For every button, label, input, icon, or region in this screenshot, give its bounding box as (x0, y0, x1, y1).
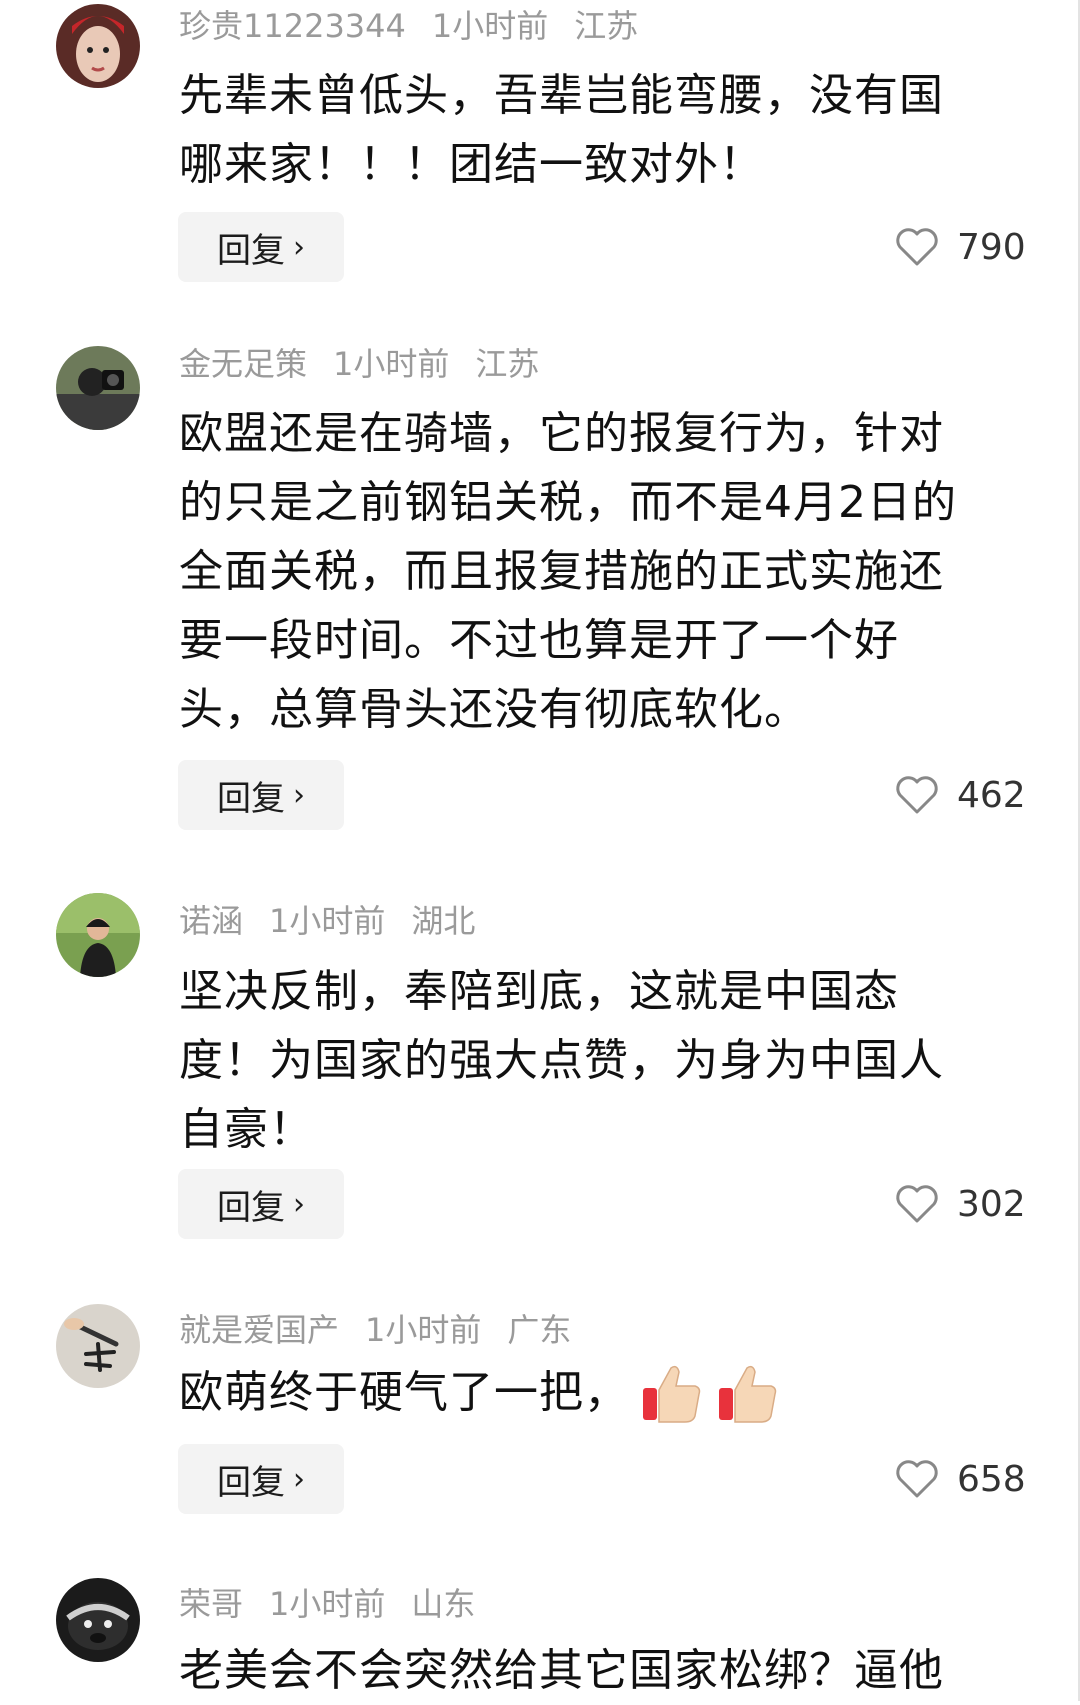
location: 江苏 (475, 345, 540, 383)
comment-line: 自豪！ (179, 1104, 314, 1155)
like-count: 302 (957, 1183, 1026, 1225)
avatar[interactable] (56, 346, 140, 430)
comment-line: 坚决反制，奉陪到底，这就是中国态 (179, 966, 899, 1017)
thumbs-up-emoji (719, 1365, 777, 1423)
reply-button[interactable]: 回复 › (178, 1444, 344, 1514)
comment-text: 坚决反制，奉陪到底，这就是中国态 度！为国家的强大点赞，为身为中国人 自豪！ (179, 957, 1009, 1164)
comment-meta: 珍贵11223344 1小时前 江苏 (179, 6, 664, 46)
thumbs-up-emoji (643, 1365, 701, 1423)
reply-label: 回复 (217, 230, 285, 271)
username[interactable]: 珍贵11223344 (179, 7, 406, 45)
comment-line: 欧萌终于硬气了一把， (179, 1358, 1009, 1427)
like-count: 658 (957, 1458, 1026, 1500)
like-button[interactable]: 462 (895, 760, 1026, 830)
username[interactable]: 金无足策 (179, 345, 307, 383)
avatar[interactable] (56, 893, 140, 977)
comment-line: 老美会不会突然给其它国家松绑？逼他 (179, 1645, 944, 1696)
comment-line: 的只是之前钢铝关税，而不是4月2日的 (179, 477, 957, 528)
avatar[interactable] (56, 1304, 140, 1388)
comment-meta: 金无足策 1小时前 江苏 (179, 344, 565, 384)
comment-line: 欧盟还是在骑墙，它的报复行为，针对 (179, 408, 944, 459)
reply-button[interactable]: 回复 › (178, 760, 344, 830)
username[interactable]: 诺涵 (179, 902, 243, 940)
like-count: 790 (957, 226, 1026, 268)
comment-line: 要一段时间。不过也算是开了一个好 (179, 615, 899, 666)
comment-meta: 就是爱国产 1小时前 广东 (179, 1310, 597, 1350)
comment-meta: 荣哥 1小时前 山东 (179, 1584, 501, 1624)
heart-outline-icon (896, 776, 938, 814)
chevron-right-icon: › (293, 1186, 305, 1222)
location: 湖北 (411, 902, 476, 940)
reply-button[interactable]: 回复 › (178, 1169, 344, 1239)
chevron-right-icon: › (293, 777, 305, 813)
comment-text: 先辈未曾低头，吾辈岂能弯腰，没有国 哪来家！！！团结一致对外！ (179, 61, 1009, 199)
comment-text: 欧盟还是在骑墙，它的报复行为，针对 的只是之前钢铝关税，而不是4月2日的 全面关… (179, 399, 1009, 744)
location: 江苏 (574, 7, 639, 45)
chevron-right-icon: › (293, 1461, 305, 1497)
comment-line: 先辈未曾低头，吾辈岂能弯腰，没有国 (179, 70, 944, 121)
avatar[interactable] (56, 1578, 140, 1662)
timestamp: 1小时前 (365, 1311, 482, 1349)
comment-line: 哪来家！！！团结一致对外！ (179, 139, 764, 190)
location: 广东 (507, 1311, 572, 1349)
timestamp: 1小时前 (333, 345, 450, 383)
reply-button[interactable]: 回复 › (178, 212, 344, 282)
like-button[interactable]: 302 (895, 1169, 1026, 1239)
username[interactable]: 荣哥 (179, 1585, 243, 1623)
comment-line: 度！为国家的强大点赞，为身为中国人 (179, 1035, 944, 1086)
comment-text: 老美会不会突然给其它国家松绑？逼他 (179, 1636, 1009, 1705)
reply-label: 回复 (217, 1187, 285, 1228)
like-button[interactable]: 790 (895, 212, 1026, 282)
chevron-right-icon: › (293, 229, 305, 265)
heart-outline-icon (896, 1460, 938, 1498)
comment-line-text: 欧萌终于硬气了一把， (179, 1367, 629, 1418)
like-button[interactable]: 658 (895, 1444, 1026, 1514)
location: 山东 (411, 1585, 476, 1623)
comment-text: 欧萌终于硬气了一把， (179, 1358, 1009, 1427)
username[interactable]: 就是爱国产 (179, 1311, 339, 1349)
avatar[interactable] (56, 4, 140, 88)
reply-label: 回复 (217, 1462, 285, 1503)
heart-outline-icon (896, 228, 938, 266)
like-count: 462 (957, 774, 1026, 816)
comment-meta: 诺涵 1小时前 湖北 (179, 901, 501, 941)
heart-outline-icon (896, 1185, 938, 1223)
timestamp: 1小时前 (269, 1585, 386, 1623)
timestamp: 1小时前 (431, 7, 549, 45)
comment-line: 头，总算骨头还没有彻底软化。 (179, 684, 809, 735)
reply-label: 回复 (217, 778, 285, 819)
comment-line: 全面关税，而且报复措施的正式实施还 (179, 546, 944, 597)
timestamp: 1小时前 (269, 902, 386, 940)
